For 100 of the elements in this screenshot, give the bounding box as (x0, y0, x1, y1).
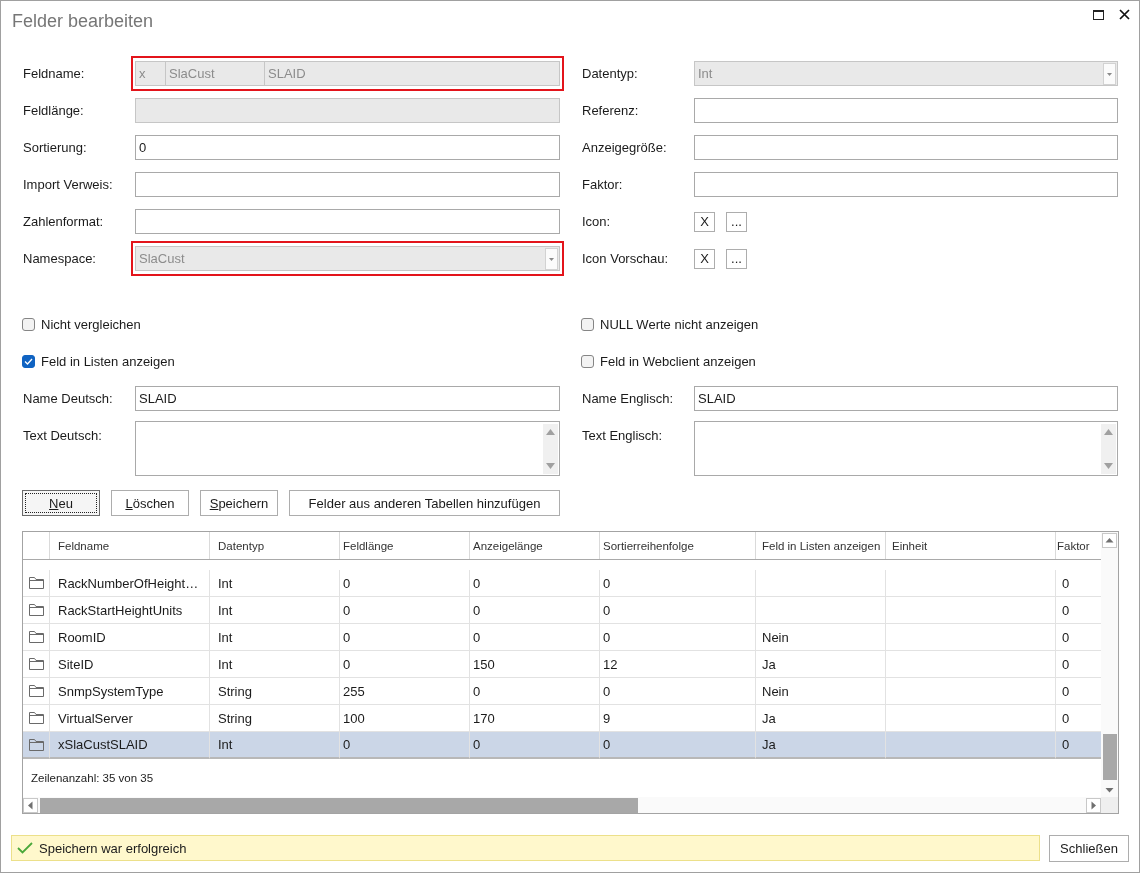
column-header[interactable]: Feldname (50, 532, 210, 559)
checkbox[interactable] (22, 355, 35, 368)
checkbox[interactable] (581, 355, 594, 368)
table-row[interactable]: xSlaCustSLAID Int 0 0 0 Ja 0 (23, 732, 1101, 759)
checkbox-label[interactable]: Feld in Webclient anzeigen (600, 354, 756, 369)
column-header[interactable]: Feldlänge (340, 532, 470, 559)
table-cell: Int (210, 624, 340, 651)
folder-icon (28, 577, 44, 589)
table-cell: Ja (756, 732, 886, 759)
scrollbar[interactable] (543, 424, 558, 474)
table-cell: xSlaCustSLAID (50, 732, 210, 759)
close-icon[interactable] (1119, 9, 1130, 20)
field-label: Feldlänge: (23, 103, 85, 118)
field-label: Name Englisch: (582, 391, 675, 406)
table-cell: 0 (470, 732, 600, 759)
table-cell: Ja (756, 651, 886, 678)
column-header[interactable]: Anzeigelänge (470, 532, 600, 559)
status-message: Speichern war erfolgreich (39, 840, 187, 856)
close-button[interactable]: Schließen (1049, 835, 1129, 862)
scroll-up-icon[interactable] (1104, 429, 1113, 435)
table-cell: 0 (470, 570, 600, 597)
scroll-up-icon[interactable] (1102, 533, 1117, 548)
clear-button[interactable]: X (694, 211, 715, 232)
text-field[interactable]: SLAID (135, 386, 560, 411)
scrollbar-thumb[interactable] (40, 797, 638, 813)
checkbox-label[interactable]: Feld in Listen anzeigen (41, 354, 175, 369)
table-cell: 0 (470, 597, 600, 624)
table-cell: 0 (600, 597, 756, 624)
field-label: Zahlenformat: (23, 214, 105, 229)
text-field[interactable] (694, 172, 1118, 197)
field-label: Feldname: (23, 66, 86, 81)
caret-icon (545, 247, 558, 270)
scrollbar[interactable] (1101, 424, 1116, 474)
checkbox-label[interactable]: Nicht vergleichen (41, 317, 141, 332)
folder-icon (28, 631, 44, 643)
text-field[interactable]: 0 (135, 135, 560, 160)
table-cell: 0 (470, 678, 600, 705)
column-header[interactable]: Sortierreihenfolge (600, 532, 756, 559)
text-field[interactable] (694, 135, 1118, 160)
folder-icon (28, 685, 44, 697)
folder-icon (28, 604, 44, 616)
column-header[interactable]: Faktor (1056, 532, 1101, 559)
vertical-scrollbar[interactable] (1101, 532, 1118, 797)
table-cell: 0 (470, 624, 600, 651)
text-area[interactable] (694, 421, 1118, 476)
scroll-down-icon[interactable] (546, 463, 555, 469)
table-row[interactable]: SiteID Int 0 150 12 Ja 0 (23, 651, 1101, 678)
field-label: Namespace: (23, 251, 97, 266)
table-cell: RackNumberOfHeight… (50, 570, 210, 597)
folder-icon (28, 712, 44, 724)
field-label: Import Verweis: (23, 177, 114, 192)
table-cell: String (210, 678, 340, 705)
horizontal-scrollbar[interactable] (23, 797, 1118, 813)
table-cell: RoomID (50, 624, 210, 651)
scroll-down-icon[interactable] (1104, 463, 1113, 469)
table-row[interactable]: RackStartHeightUnits Int 0 0 0 0 (23, 597, 1101, 624)
maximize-icon[interactable] (1093, 9, 1104, 20)
text-field[interactable]: SLAID (694, 386, 1118, 411)
field-label: Datentyp: (582, 66, 639, 81)
window-title: Felder bearbeiten (12, 10, 154, 32)
text-field[interactable] (694, 98, 1118, 123)
table-cell: 0 (600, 678, 756, 705)
table-cell: Nein (756, 624, 886, 651)
field-label: Faktor: (582, 177, 624, 192)
checkmark-icon (17, 842, 33, 854)
scrollbar-thumb[interactable] (1102, 734, 1117, 780)
field-label: Text Deutsch: (23, 427, 103, 443)
text-field[interactable] (135, 209, 560, 234)
table-cell: Int (210, 732, 340, 759)
checkbox-label[interactable]: NULL Werte nicht anzeigen (600, 317, 759, 332)
action-button[interactable]: Löschen (111, 490, 189, 516)
column-header[interactable]: Einheit (886, 532, 1056, 559)
action-button[interactable]: Felder aus anderen Tabellen hinzufügen (289, 490, 560, 516)
checkbox[interactable] (581, 318, 594, 331)
column-header[interactable]: Datentyp (210, 532, 340, 559)
browse-button[interactable]: ... (726, 211, 747, 232)
table-cell: Int (210, 651, 340, 678)
field-label: Name Deutsch: (23, 391, 114, 406)
caret-icon (1103, 62, 1116, 85)
table-cell: RackStartHeightUnits (50, 597, 210, 624)
action-button[interactable]: Neu (22, 490, 100, 516)
table-row[interactable]: RackNumberOfHeight… Int 0 0 0 0 (23, 570, 1101, 597)
scroll-left-icon[interactable] (23, 797, 38, 813)
table-cell: 0 (340, 570, 470, 597)
table-row[interactable]: SnmpSystemType String 255 0 0 Nein 0 (23, 678, 1101, 705)
scroll-up-icon[interactable] (546, 429, 555, 435)
clear-button[interactable]: X (694, 248, 715, 269)
action-button[interactable]: Speichern (200, 490, 278, 516)
table-cell: Int (210, 597, 340, 624)
text-field[interactable] (135, 172, 560, 197)
column-header[interactable]: Feld in Listen anzeigen (756, 532, 886, 559)
field-label: Referenz: (582, 103, 640, 118)
table-cell: SiteID (50, 651, 210, 678)
table-row[interactable]: RoomID Int 0 0 0 Nein 0 (23, 624, 1101, 651)
text-area[interactable] (135, 421, 560, 476)
scroll-right-icon[interactable] (1086, 797, 1101, 813)
checkbox[interactable] (22, 318, 35, 331)
folder-icon (28, 658, 44, 670)
browse-button[interactable]: ... (726, 248, 747, 269)
checkmark-icon (24, 358, 33, 365)
